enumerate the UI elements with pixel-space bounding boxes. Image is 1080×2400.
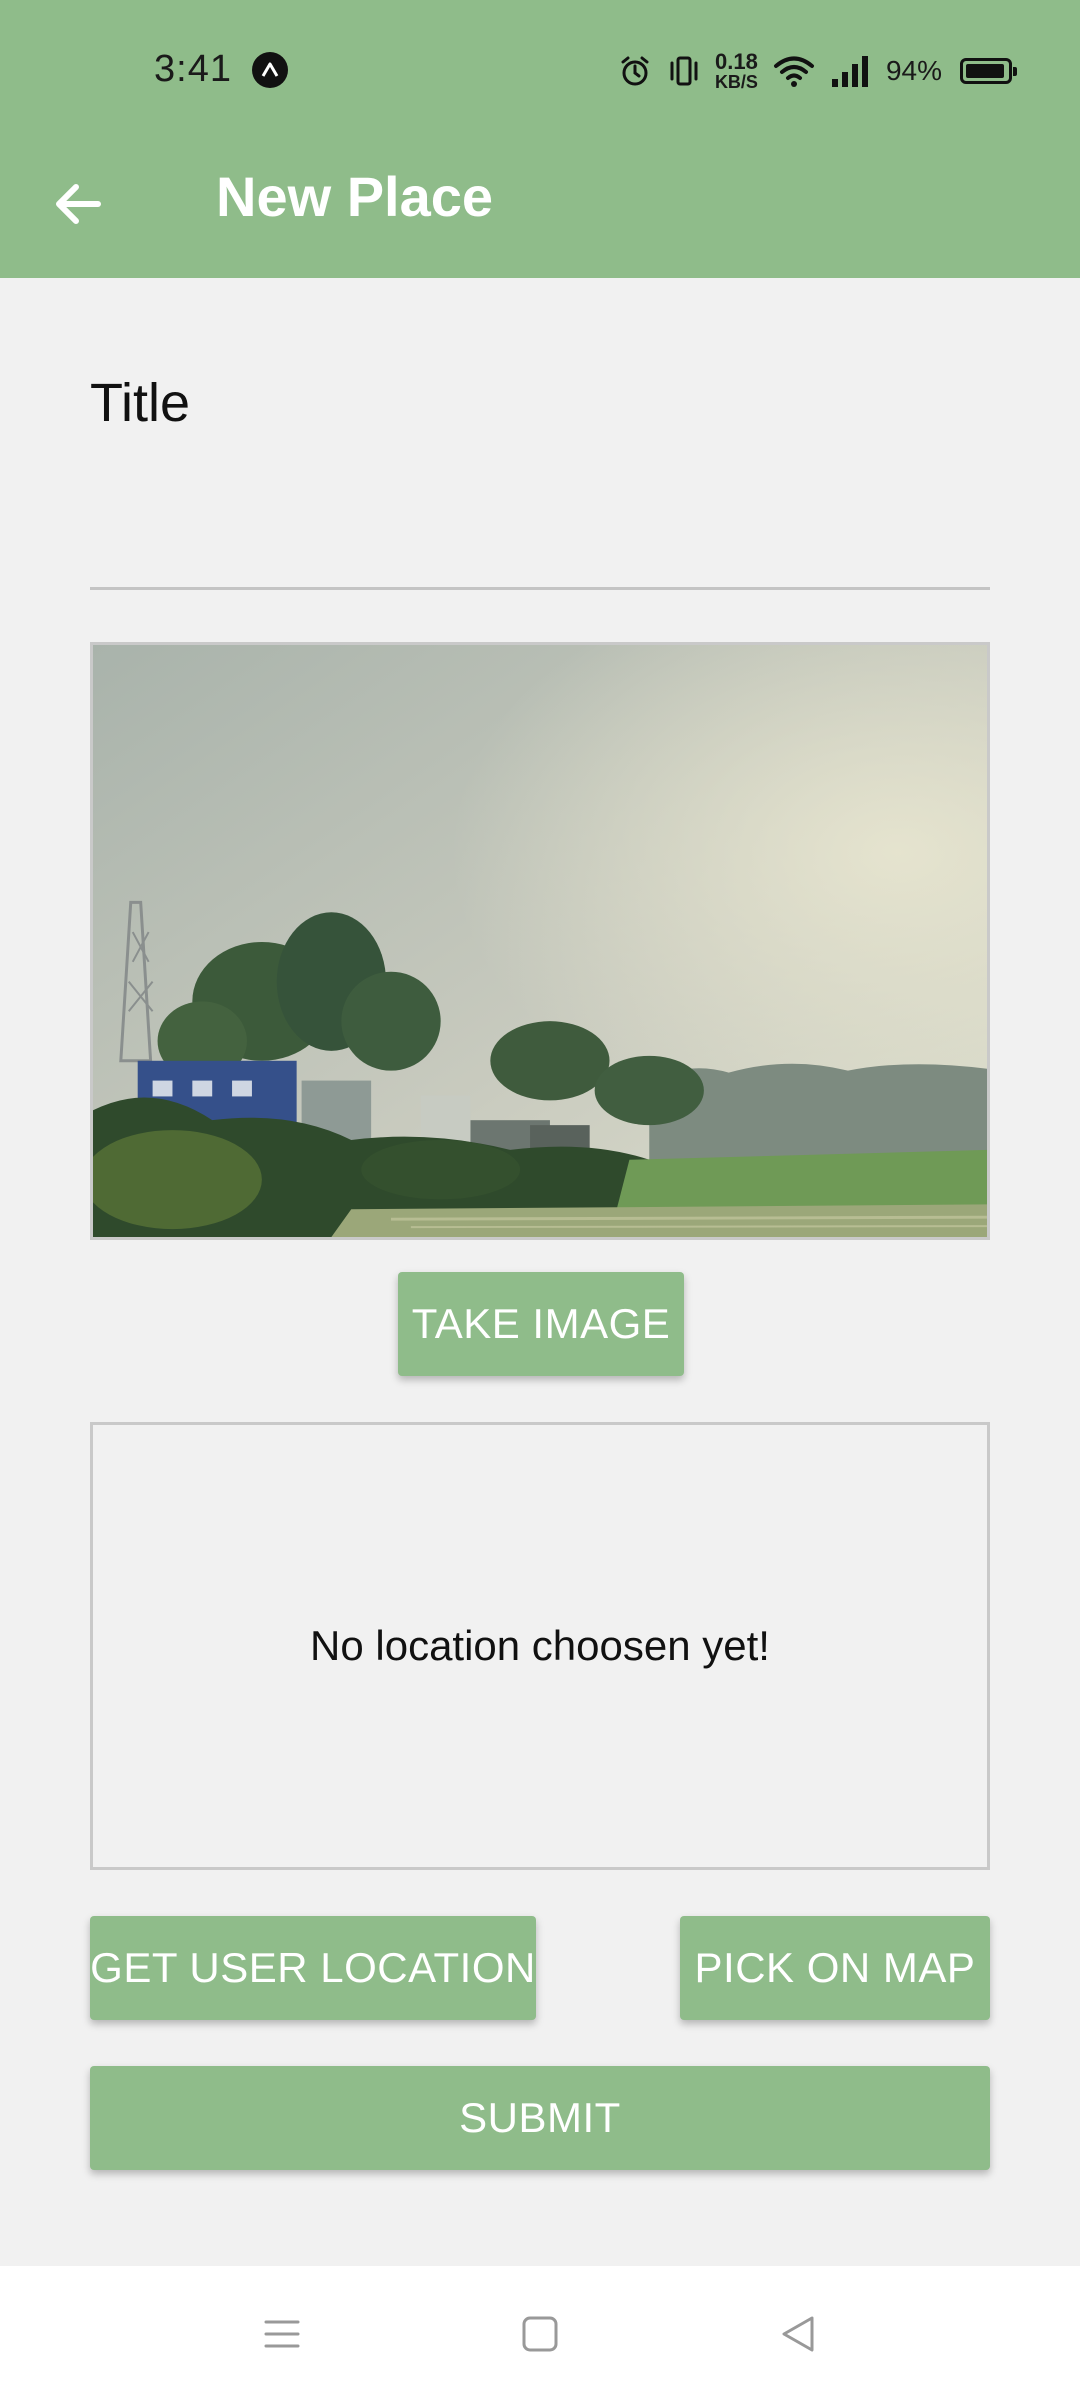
wifi-icon <box>772 53 816 89</box>
vibrate-icon <box>667 53 701 89</box>
submit-button[interactable]: SUBMIT <box>90 2066 990 2170</box>
net-speed-unit: KB/S <box>714 72 758 92</box>
net-speed-value: 0.18 <box>715 49 758 74</box>
battery-fill <box>966 64 1004 78</box>
system-nav-bar <box>0 2266 1080 2400</box>
title-label: Title <box>90 373 191 433</box>
pick-on-map-button[interactable]: PICK ON MAP <box>680 1916 990 2020</box>
title-input[interactable] <box>90 460 990 590</box>
page-title: New Place <box>216 165 494 228</box>
home-square-icon[interactable] <box>510 2306 570 2362</box>
network-speed: 0.18 KB/S <box>714 49 758 92</box>
photo-of-village-landscape <box>93 645 987 1237</box>
signal-icon <box>830 53 872 89</box>
location-placeholder-text: No location choosen yet! <box>310 1622 770 1669</box>
battery-icon <box>960 58 1017 84</box>
battery-percent: 94% <box>885 55 942 86</box>
alarm-icon <box>617 53 653 89</box>
status-bar: 3:41 0.18 KB/S 94% <box>0 0 1080 140</box>
app-header: 3:41 0.18 KB/S 94% New Place <box>0 0 1080 278</box>
image-preview <box>90 642 990 1240</box>
a-logo-icon <box>252 52 288 88</box>
arrow-left-icon <box>56 184 101 224</box>
status-icons: 0.18 KB/S 94% <box>617 48 1017 94</box>
back-triangle-icon[interactable] <box>768 2306 828 2362</box>
back-button[interactable] <box>40 166 116 242</box>
menu-icon[interactable] <box>252 2306 312 2362</box>
take-image-button[interactable]: TAKE IMAGE <box>398 1272 684 1376</box>
status-time: 3:41 <box>154 48 232 90</box>
location-preview: No location choosen yet! <box>90 1422 990 1870</box>
get-user-location-button[interactable]: GET USER LOCATION <box>90 1916 536 2020</box>
toolbar: New Place <box>0 140 1080 278</box>
